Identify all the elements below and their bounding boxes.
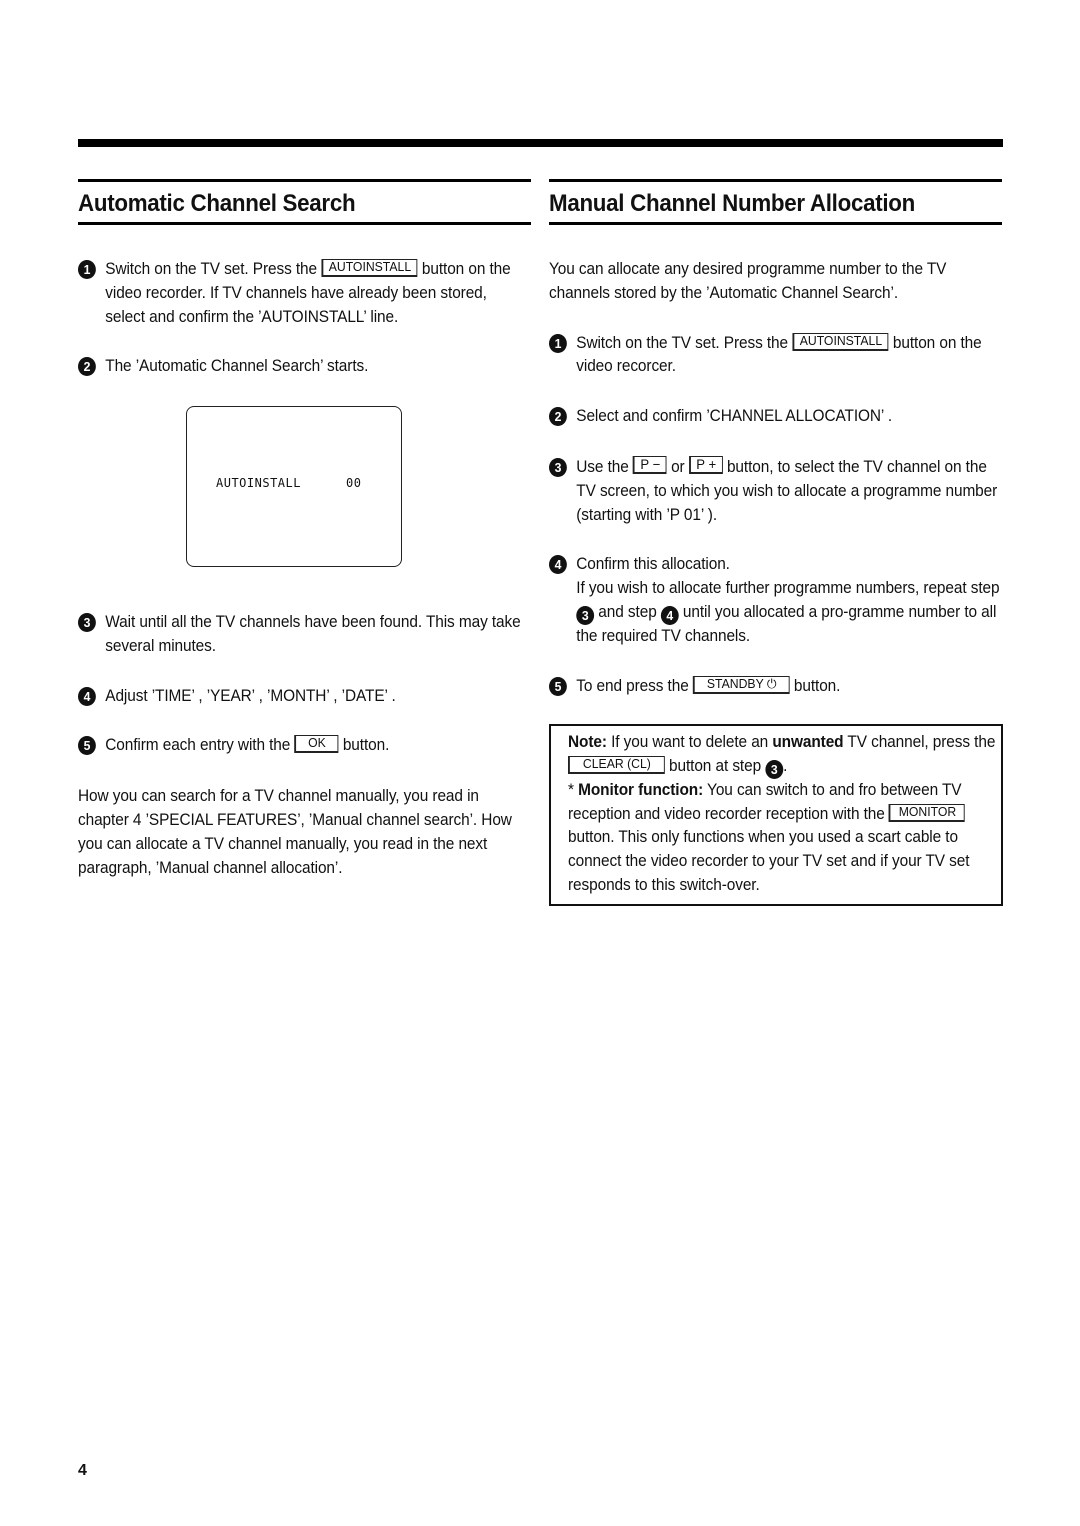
note-text-part: TV channel, press the: [843, 733, 996, 751]
note-text-part: .: [783, 756, 788, 775]
ok-key: OK: [294, 735, 339, 754]
step-5: 5 Confirm each entry with the OK button.: [78, 734, 529, 758]
steps-list: 1 Switch on the TV set. Press the AUTOINS…: [78, 258, 529, 379]
step-text: Confirm each entry with the: [105, 736, 295, 755]
step-number-1-icon: 1: [78, 260, 96, 279]
step-3: 3 Wait until all the TV channels have bee…: [78, 611, 529, 659]
tv-screen-illustration: AUTOINSTALL 00: [186, 406, 402, 567]
step-number-5-icon: 5: [549, 676, 567, 696]
program-up-key: P +: [688, 455, 723, 474]
note-label: Note:: [568, 733, 607, 751]
asterisk: *: [568, 780, 579, 799]
step-text: button.: [338, 736, 390, 755]
manual-channel-allocation-section: Manual Channel Number Allocation You can…: [549, 179, 1003, 906]
step-1: 1 Switch on the TV set. Press the AUTOINS…: [549, 332, 1000, 380]
step-4: 4 Adjust ’TIME’ , ’YEAR’ , ’MONTH’ , ’DAT…: [78, 685, 529, 709]
step-number-4-icon: 4: [78, 686, 96, 706]
step-number-2-icon: 2: [549, 407, 567, 427]
section-title: Manual Channel Number Allocation: [549, 190, 916, 217]
section-header: Automatic Channel Search: [78, 179, 531, 225]
step-ref-3-icon: 3: [576, 605, 595, 625]
step-text: button.: [789, 676, 841, 695]
note-text-part: button. This only functions when you use…: [568, 828, 970, 894]
step-text: Switch on the TV set. Press the: [576, 333, 793, 352]
monitor-key: MONITOR: [888, 803, 966, 822]
step-text: If you wish to allocate further programm…: [576, 579, 1000, 598]
step-3: 3 Use the P − or P + button, to select th…: [549, 455, 1000, 527]
step-text: and step: [594, 602, 661, 621]
allocation-content: You can allocate any desired programme n…: [549, 258, 1000, 699]
step-5: 5 To end press the STANDBY ⏻ button.: [549, 675, 1000, 699]
autoinstall-key: AUTOINSTALL: [321, 259, 418, 277]
page-top-rule: [78, 139, 1003, 147]
step-2: 2 The ’Automatic Channel Search’ starts.: [78, 355, 529, 379]
step-text: Switch on the TV set. Press the: [105, 260, 322, 278]
step-text: Adjust ’TIME’ , ’YEAR’ , ’MONTH’ , ’DATE…: [105, 686, 396, 705]
step-ref-3-icon: 3: [765, 759, 784, 779]
steps-list-continued: 3 Wait until all the TV channels have bee…: [78, 611, 529, 880]
automatic-channel-search-section: Automatic Channel Search 1 Switch on the …: [78, 179, 531, 877]
step-number-4-icon: 4: [549, 555, 567, 575]
step-text: or: [666, 457, 689, 476]
step-text: To end press the: [576, 676, 693, 695]
monitor-function-label: Monitor function:: [578, 780, 704, 799]
note-text: Note: If you want to delete an unwanted …: [568, 731, 1000, 898]
note-box: Note: If you want to delete an unwanted …: [549, 724, 1003, 906]
step-number-3-icon: 3: [78, 613, 96, 632]
step-2: 2 Select and confirm ’CHANNEL ALLOCATION’…: [549, 405, 1000, 429]
program-down-key: P −: [632, 455, 667, 474]
note-emphasis: unwanted: [772, 733, 844, 751]
autoinstall-key: AUTOINSTALL: [792, 332, 889, 351]
step-1: 1 Switch on the TV set. Press the AUTOINS…: [78, 258, 529, 329]
step-text: Select and confirm ’CHANNEL ALLOCATION’ …: [576, 407, 893, 426]
section-header: Manual Channel Number Allocation: [549, 179, 1002, 225]
intro-paragraph: You can allocate any desired programme n…: [549, 260, 947, 302]
page-number: 4: [78, 1462, 87, 1479]
step-text: Wait until all the TV channels have been…: [105, 613, 521, 655]
tv-screen-label: AUTOINSTALL: [216, 476, 301, 490]
manual-search-reference-paragraph: How you can search for a TV channel manu…: [78, 787, 512, 877]
section-title: Automatic Channel Search: [78, 190, 356, 217]
step-text: Use the: [576, 457, 633, 476]
step-number-2-icon: 2: [78, 357, 96, 377]
standby-key: STANDBY ⏻: [692, 675, 790, 694]
step-ref-4-icon: 4: [660, 605, 679, 625]
note-text-part: button at step: [664, 756, 766, 775]
step-text: The ’Automatic Channel Search’ starts.: [105, 357, 369, 376]
step-number-3-icon: 3: [549, 457, 567, 477]
clear-key: CLEAR (CL): [568, 755, 665, 774]
tv-screen-value: 00: [346, 476, 362, 490]
step-number-5-icon: 5: [78, 736, 96, 756]
step-4: 4 Confirm this allocation. If you wish to …: [549, 553, 1000, 648]
step-text: Confirm this allocation.: [576, 555, 730, 574]
note-text-part: If you want to delete an: [606, 733, 773, 751]
step-number-1-icon: 1: [549, 333, 567, 353]
